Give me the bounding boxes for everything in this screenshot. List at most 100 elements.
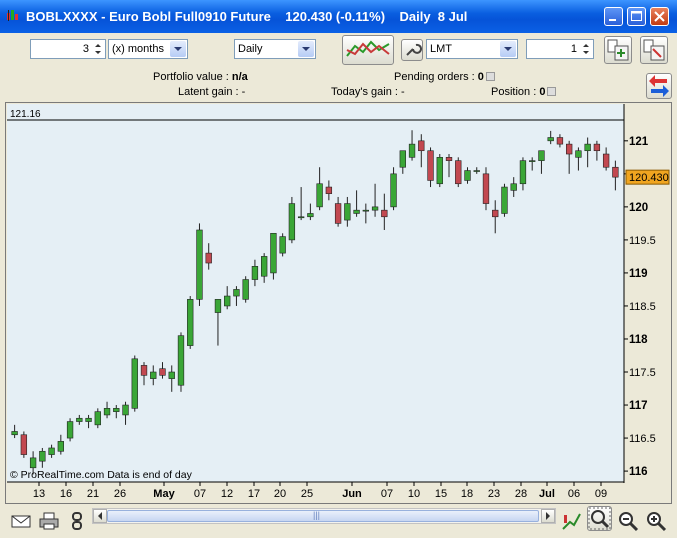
- indicator-button[interactable]: [342, 35, 394, 65]
- todays-gain: Today's gain : -: [331, 86, 405, 98]
- scroll-right-button[interactable]: [541, 509, 555, 523]
- latent-gain: Latent gain : -: [178, 86, 245, 98]
- position: Position : 0: [491, 86, 557, 98]
- x-tick-label: 25: [301, 488, 313, 500]
- maximize-icon: [631, 11, 642, 21]
- zoom-in-icon[interactable]: [645, 510, 667, 532]
- x-tick-label: 21: [87, 488, 99, 500]
- candle-up: [436, 157, 443, 185]
- email-icon[interactable]: [10, 510, 32, 532]
- print-icon[interactable]: [38, 510, 60, 532]
- current-price-label: 120.430: [629, 172, 669, 184]
- zoom-select-button[interactable]: [587, 506, 612, 531]
- portfolio-value: Portfolio value : n/a: [153, 71, 248, 83]
- position-amount: 0: [539, 86, 546, 98]
- quantity-value: 1: [570, 43, 577, 55]
- x-tick-label: 13: [33, 488, 45, 500]
- candle-down: [445, 157, 453, 161]
- chevron-down-icon[interactable]: [298, 41, 314, 57]
- footer-credit: © ProRealTime.com Data is end of day: [10, 469, 193, 481]
- candle-down: [381, 209, 388, 218]
- candle-up: [57, 441, 64, 452]
- chevron-down-icon[interactable]: [500, 41, 516, 57]
- bottom-bar: |||: [0, 504, 677, 538]
- candle-down: [602, 153, 610, 168]
- account-info-bar: Portfolio value : n/a Pending orders : 0…: [0, 69, 677, 101]
- candle-up: [510, 183, 517, 191]
- pending-label: Pending orders :: [394, 71, 475, 83]
- sell-order-button[interactable]: [640, 36, 668, 64]
- y-tick-label: 119.5: [629, 235, 656, 247]
- candle-up: [270, 232, 277, 274]
- x-tick-label: 06: [568, 488, 580, 500]
- buy-order-button[interactable]: [604, 36, 632, 64]
- candle-down: [20, 434, 28, 455]
- sell-order-icon: [643, 39, 665, 61]
- order-settings-button[interactable]: [401, 39, 423, 61]
- candle-up: [85, 417, 92, 422]
- candle-up: [538, 150, 545, 161]
- x-tick-label: 28: [515, 488, 527, 500]
- x-tick-label: May: [153, 488, 175, 500]
- x-tick-label: 10: [408, 488, 420, 500]
- y-tick-label: 119: [629, 268, 648, 280]
- period-unit-select[interactable]: (x) months: [108, 39, 188, 59]
- candle-down: [556, 137, 564, 145]
- x-tick-label: 15: [435, 488, 447, 500]
- y-tick-label: 121: [629, 136, 649, 148]
- close-position-icon[interactable]: [547, 87, 557, 96]
- pending-orders: Pending orders : 0: [394, 71, 495, 83]
- candle-up: [519, 160, 527, 185]
- chart-frame: 121.16 121120.5120119.5119118.5118117.51…: [5, 102, 672, 504]
- scroll-left-button[interactable]: [93, 509, 107, 523]
- candle-up: [113, 408, 120, 412]
- order-type-select[interactable]: LMT: [426, 39, 518, 59]
- drawing-tool-icon[interactable]: [560, 510, 582, 532]
- candle-up: [529, 160, 536, 162]
- toolbar: 3 (x) months Daily LMT 1: [0, 33, 677, 69]
- maximize-button[interactable]: [627, 7, 646, 26]
- horizontal-scrollbar[interactable]: |||: [92, 508, 556, 524]
- latent-amount: -: [241, 86, 246, 98]
- close-button[interactable]: [650, 7, 669, 26]
- interval-value: Daily: [238, 43, 263, 55]
- minimize-button[interactable]: [604, 7, 623, 26]
- y-tick-label: 117.5: [629, 367, 656, 379]
- buy-order-icon: [607, 39, 629, 61]
- zoom-out-icon[interactable]: [617, 510, 639, 532]
- clear-pending-icon[interactable]: [485, 72, 495, 81]
- indicator-chart-icon: [346, 40, 390, 57]
- order-type-value: LMT: [430, 43, 452, 55]
- scroll-thumb[interactable]: |||: [107, 510, 539, 522]
- candle-up: [29, 457, 37, 469]
- spin-arrows-icon[interactable]: [580, 41, 592, 57]
- y-tick-label: 118: [629, 334, 648, 346]
- candle-up: [316, 183, 323, 208]
- position-label: Position :: [491, 86, 537, 98]
- chevron-down-icon[interactable]: [170, 41, 186, 57]
- y-tick-label: 116.5: [629, 433, 656, 445]
- x-tick-label: 18: [461, 488, 473, 500]
- spin-arrows-icon[interactable]: [92, 41, 104, 57]
- wrench-icon: [406, 43, 422, 56]
- candle-up: [307, 213, 314, 218]
- period-count-stepper[interactable]: 3: [30, 39, 106, 59]
- candle-down: [418, 140, 425, 152]
- candle-up: [48, 447, 55, 455]
- candle-down: [612, 166, 619, 178]
- interval-select[interactable]: Daily: [234, 39, 316, 59]
- link-icon[interactable]: [66, 510, 88, 532]
- candle-up: [224, 295, 231, 307]
- candle-down: [492, 209, 499, 218]
- period-count-value: 3: [82, 43, 89, 55]
- quantity-stepper[interactable]: 1: [526, 39, 594, 59]
- candle-down: [427, 150, 434, 181]
- today-amount: -: [400, 86, 405, 98]
- swap-direction-button[interactable]: [646, 73, 672, 99]
- price-chart[interactable]: 121.16 121120.5120119.5119118.5118117.51…: [6, 103, 671, 503]
- candle-up: [39, 450, 46, 462]
- candle-up: [168, 371, 175, 379]
- candle-down: [455, 160, 462, 185]
- candle-down: [482, 173, 490, 204]
- close-icon: [654, 11, 665, 22]
